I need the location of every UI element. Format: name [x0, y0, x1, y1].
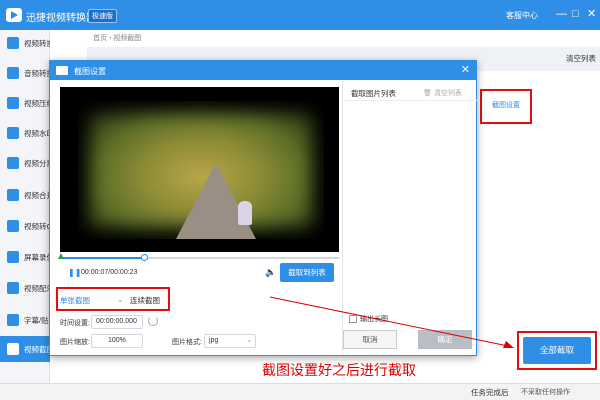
arrow-head: [503, 341, 514, 348]
annotation-arrow: [269, 296, 514, 348]
arrow-line: [269, 296, 509, 347]
annotation-caption: 截图设置好之后进行截取: [262, 363, 416, 379]
